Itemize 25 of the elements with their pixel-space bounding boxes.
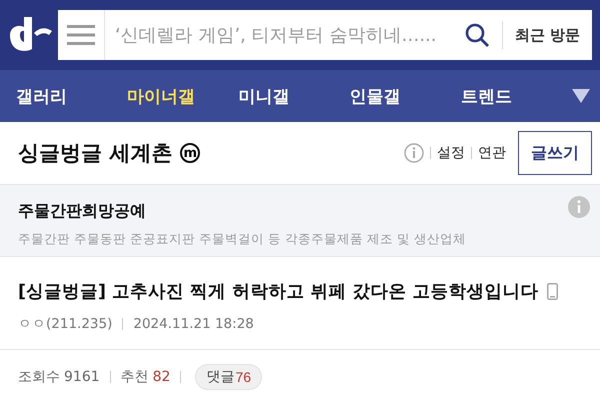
phone-icon [546, 282, 558, 300]
recent-visits-button[interactable]: 최근 방문 [502, 10, 592, 60]
nav-tab[interactable]: 미니갤 [238, 84, 350, 108]
minor-badge: m [180, 143, 200, 163]
post-date: 2024.11.21 18:28 [133, 316, 254, 332]
likes-label: 추천 [120, 368, 149, 386]
views-count: 9161 [64, 369, 100, 385]
search-field[interactable]: ‘신데렐라 게임’, 티저부터 숨막히네…... [105, 10, 452, 60]
notice-title: 주물간판희망공예 [18, 201, 147, 222]
post-author: ㅇㅇ(211.235) [18, 315, 112, 333]
nav-tab[interactable]: 트렌드 [460, 84, 572, 108]
notice-description: 주물간판 주물동판 준공표지판 주물벽걸이 등 각종주물제품 제조 및 생산업체 [18, 231, 467, 248]
nav-tab[interactable]: 인물갤 [350, 84, 461, 108]
likes-count: 82 [152, 369, 170, 385]
nav-tab[interactable]: 마이너갤 [127, 84, 238, 108]
post-title[interactable]: [싱글벙글] 고추사진 찍게 허락하고 뷔페 갔다온 고등학생입니다 [18, 279, 539, 303]
header-link[interactable]: 설정 [437, 144, 465, 162]
gallery-title: 싱글벙글 세계촌 [18, 140, 172, 167]
nav-tab[interactable]: 갤러리 [16, 84, 128, 108]
header-link[interactable]: 연관 [478, 144, 506, 162]
views-label: 조회수 [18, 368, 60, 386]
write-button[interactable]: 글쓰기 [518, 131, 592, 175]
search-icon[interactable] [452, 10, 502, 60]
dropdown-icon[interactable] [572, 89, 590, 103]
comments-button[interactable]: 댓글76 [195, 364, 262, 390]
